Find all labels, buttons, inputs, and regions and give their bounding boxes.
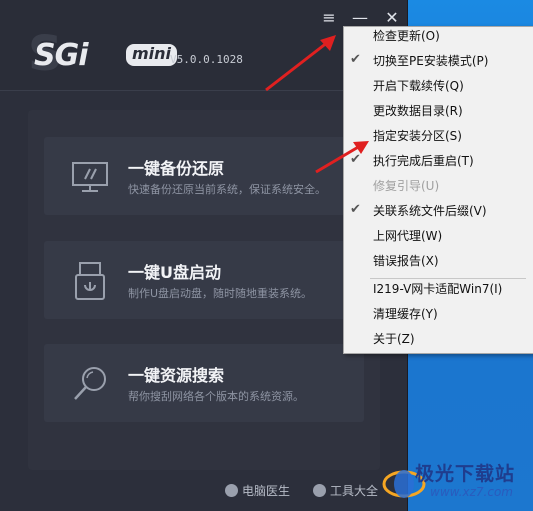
menu-item-label: 指定安装分区(S) <box>373 129 462 143</box>
menu-item-label: 执行完成后重启(T) <box>373 154 474 168</box>
card-desc: 快速备份还原当前系统，保证系统安全。 <box>128 183 326 196</box>
settings-menu: 检查更新(O) ✔ 切换至PE安装模式(P) 开启下载续传(Q) 更改数据目录(R) 指定… <box>343 26 533 354</box>
arrow-annotation-menu <box>265 35 336 92</box>
menu-item[interactable]: ✔ 切换至PE安装模式(P) <box>344 52 533 76</box>
footer-label: 电脑医生 <box>242 484 291 498</box>
usb-boot-card[interactable]: 一键U盘启动 制作U盘启动盘，随时随地重装系统。 <box>44 241 364 319</box>
menu-item-label: 关联系统文件后缀(V) <box>373 204 487 218</box>
arrow-annotation-partition <box>315 141 369 174</box>
menu-item[interactable]: 检查更新(O) <box>344 27 533 51</box>
footer-label: 工具大全 <box>330 484 379 498</box>
monitor-icon <box>72 162 108 192</box>
usb-drive-icon <box>75 262 105 300</box>
menu-item[interactable]: 上网代理(W) <box>344 227 533 251</box>
watermark-url: www.xz7.com <box>430 485 513 499</box>
logo-text: SGi <box>34 38 89 73</box>
menu-item[interactable]: 开启下载续传(Q) <box>344 77 533 101</box>
menu-item[interactable]: 更改数据目录(R) <box>344 102 533 126</box>
menu-item-label: 检查更新(O) <box>373 29 440 43</box>
menu-item-label: 上网代理(W) <box>373 229 443 243</box>
toolbox-icon <box>313 484 326 497</box>
checkmark-icon: ✔ <box>350 202 361 217</box>
search-icon <box>74 367 106 400</box>
menu-item[interactable]: 清理缓存(Y) <box>344 305 533 329</box>
card-title: 一键资源搜索 <box>128 366 225 385</box>
version-label: V5.0.0.1028 <box>170 53 243 66</box>
menu-item: 修复引导(U) <box>344 177 533 201</box>
menu-item-label: 修复引导(U) <box>373 179 440 193</box>
doctor-icon <box>225 484 238 497</box>
checkmark-icon: ✔ <box>350 52 361 67</box>
card-title: 一键备份还原 <box>128 159 225 178</box>
menu-item-label: 更改数据目录(R) <box>373 104 463 118</box>
menu-item-label: I219-V网卡适配Win7(I) <box>373 282 503 296</box>
minimize-button[interactable]: — <box>349 8 371 28</box>
watermark-name: 极光下载站 <box>415 463 516 485</box>
menu-item[interactable]: ✔ 关联系统文件后缀(V) <box>344 202 533 226</box>
card-title: 一键U盘启动 <box>128 263 221 282</box>
menu-item[interactable]: I219-V网卡适配Win7(I) <box>344 280 533 304</box>
menu-item-label: 关于(Z) <box>373 332 415 346</box>
menu-button[interactable]: ≡ <box>318 8 340 28</box>
menu-item-label: 切换至PE安装模式(P) <box>373 54 489 68</box>
close-button[interactable]: ✕ <box>381 8 403 28</box>
menu-item-label: 清理缓存(Y) <box>373 307 438 321</box>
menu-item[interactable]: 指定安装分区(S) <box>344 127 533 151</box>
resource-search-card[interactable]: 一键资源搜索 帮你搜刮网络各个版本的系统资源。 <box>44 344 364 422</box>
menu-separator <box>370 278 526 279</box>
menu-item-label: 错误报告(X) <box>373 254 439 268</box>
menu-item[interactable]: 关于(Z) <box>344 330 533 354</box>
menu-item-label: 开启下载续传(Q) <box>373 79 464 93</box>
pc-doctor-link[interactable]: 电脑医生 <box>225 482 290 499</box>
menu-item[interactable]: 错误报告(X) <box>344 252 533 276</box>
toolbox-link[interactable]: 工具大全 <box>313 482 378 499</box>
menu-item[interactable]: ✔ 执行完成后重启(T) <box>344 152 533 176</box>
card-desc: 制作U盘启动盘，随时随地重装系统。 <box>128 287 313 300</box>
card-desc: 帮你搜刮网络各个版本的系统资源。 <box>128 390 304 403</box>
